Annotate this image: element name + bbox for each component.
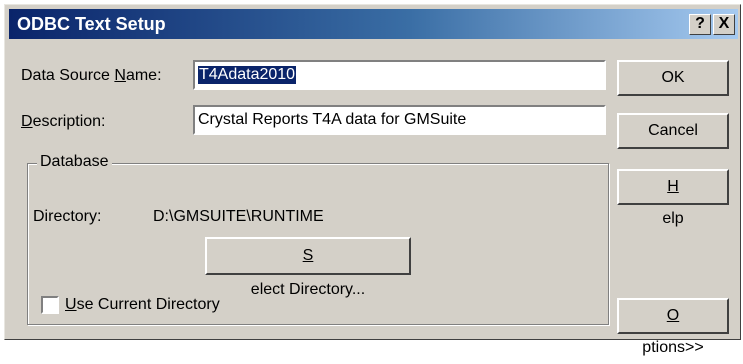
use-current-directory-label: Use Current Directory [65,296,220,313]
help-button[interactable]: Help [617,169,729,227]
title-bar[interactable]: ODBC Text Setup ? X [9,9,738,39]
odbc-text-setup-dialog: ODBC Text Setup ? X Data Source Name: T4… [4,4,741,356]
help-label: Help [662,178,684,227]
select-directory-label: Select Directory... [250,247,366,298]
data-source-name-field[interactable]: T4Adata2010 [193,60,606,90]
use-current-directory-checkbox[interactable] [41,296,59,314]
help-title-button[interactable]: ? [689,14,711,35]
options-button[interactable]: Options>> [617,298,729,356]
select-directory-button[interactable]: Select Directory... [205,237,411,298]
window-title: ODBC Text Setup [17,14,166,34]
cancel-button[interactable]: Cancel [617,113,729,149]
close-button[interactable]: X [713,14,735,35]
data-source-name-label: Data Source Name: [21,67,162,84]
description-label: Description: [21,113,106,130]
directory-label: Directory: [33,208,102,225]
options-label: Options>> [642,307,704,356]
description-value: Crystal Reports T4A data for GMSuite [198,111,467,128]
description-field[interactable]: Crystal Reports T4A data for GMSuite [193,105,606,135]
database-group-legend: Database [37,153,112,171]
ok-label: OK [661,69,685,86]
ok-button[interactable]: OK [617,60,729,96]
cancel-label: Cancel [648,122,698,139]
directory-value: D:\GMSUITE\RUNTIME [153,208,324,225]
data-source-name-value: T4Adata2010 [198,66,297,84]
